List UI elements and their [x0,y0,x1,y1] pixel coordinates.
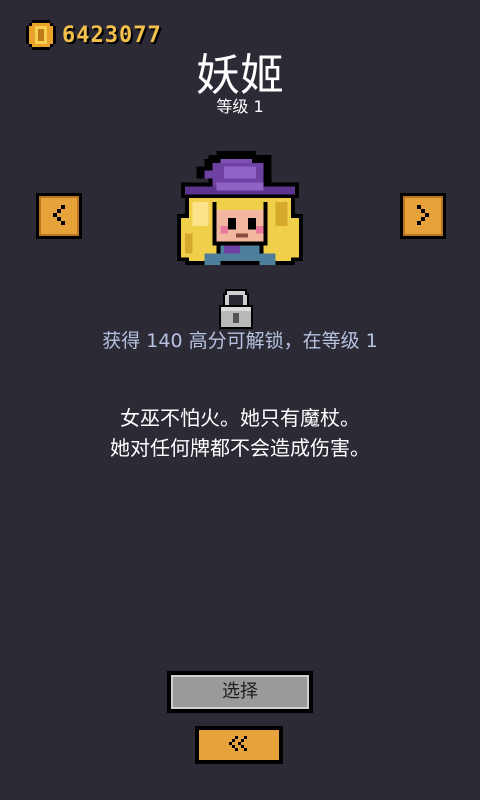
coin-counter: 6423077 [26,18,162,52]
select-button[interactable]: 选择 [167,671,313,713]
previous-character-button[interactable] [36,193,82,239]
lock-icon [219,289,253,329]
witch-character-sprite [176,150,304,266]
double-chevron-left-icon [229,736,247,751]
back-button[interactable] [195,726,283,764]
description-line: 她对任何牌都不会造成伤害。 [110,436,370,460]
coin-amount: 6423077 [62,22,162,48]
description-line: 女巫不怕火。她只有魔杖。 [120,406,360,430]
select-button-label: 选择 [171,675,309,709]
unlock-requirement-text: 获得 140 高分可解锁，在等级 1 [102,330,378,352]
chevron-left-icon [53,205,65,225]
character-level: 等级 1 [216,97,264,116]
chevron-right-icon [417,205,429,225]
character-description: 女巫不怕火。她只有魔杖。 她对任何牌都不会造成伤害。 [0,403,480,463]
gold-coin-icon [26,20,56,50]
next-character-button[interactable] [400,193,446,239]
